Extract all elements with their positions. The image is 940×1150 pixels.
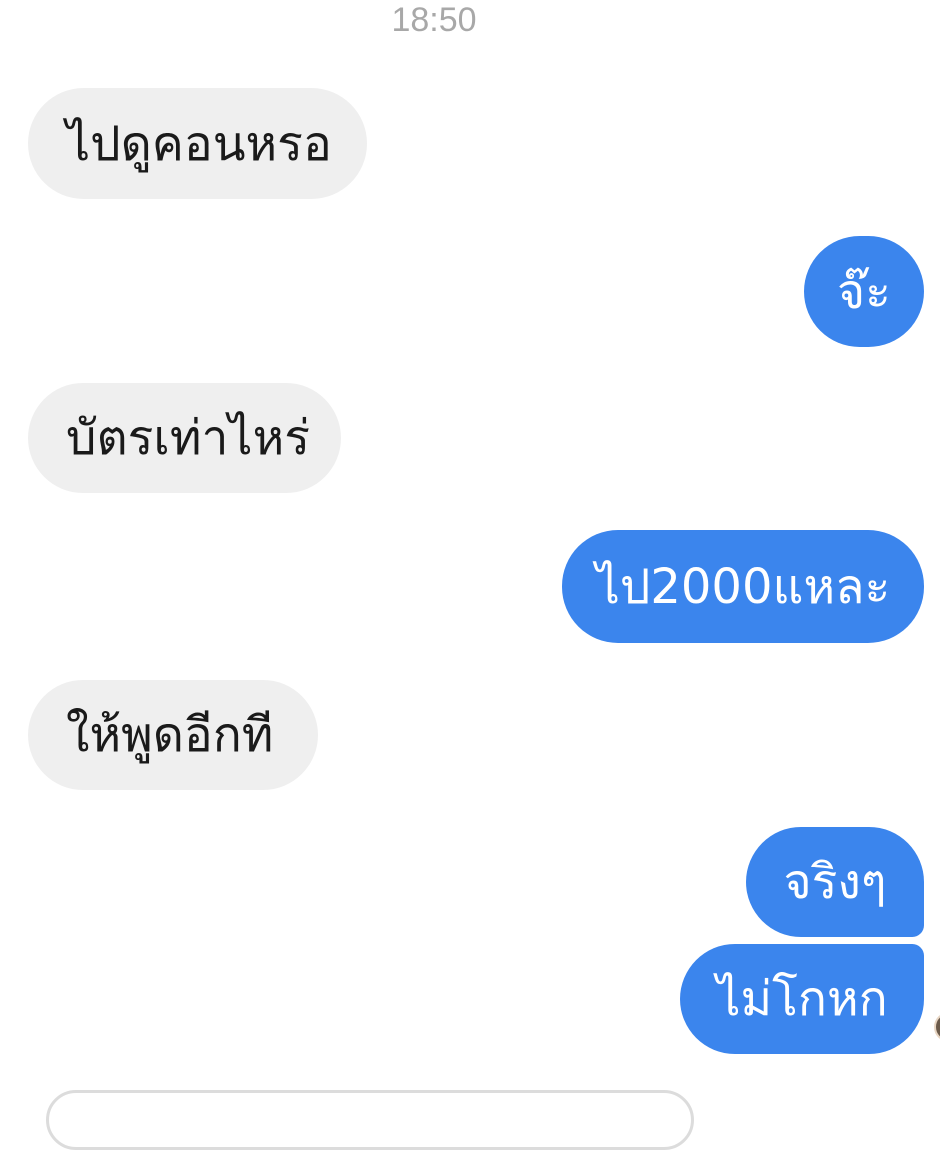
outgoing-message-bubble[interactable]: จริงๆ — [746, 827, 924, 937]
incoming-message-bubble[interactable]: ให้พูดอีกที — [28, 680, 318, 790]
message-text: ให้พูดอีกที — [66, 707, 274, 763]
message-text: ไป2000แหละ — [595, 558, 891, 615]
message-text: จ๊ะ — [837, 263, 891, 320]
read-receipt-avatar — [934, 1012, 940, 1042]
message-text: จริงๆ — [783, 854, 887, 910]
message-composer-input[interactable] — [46, 1090, 694, 1150]
message-text: ไปดูคอนหรอ — [66, 115, 332, 172]
incoming-message-bubble[interactable]: ไปดูคอนหรอ — [28, 88, 367, 199]
message-text: ไม่โกหก — [716, 971, 888, 1027]
message-text: บัตรเท่าไหร่ — [66, 410, 310, 466]
outgoing-message-bubble[interactable]: ไม่โกหก — [680, 944, 924, 1054]
outgoing-message-bubble[interactable]: จ๊ะ — [804, 236, 924, 347]
message-timestamp: 18:50 — [391, 1, 477, 39]
outgoing-message-bubble[interactable]: ไป2000แหละ — [562, 530, 924, 643]
incoming-message-bubble[interactable]: บัตรเท่าไหร่ — [28, 383, 341, 493]
